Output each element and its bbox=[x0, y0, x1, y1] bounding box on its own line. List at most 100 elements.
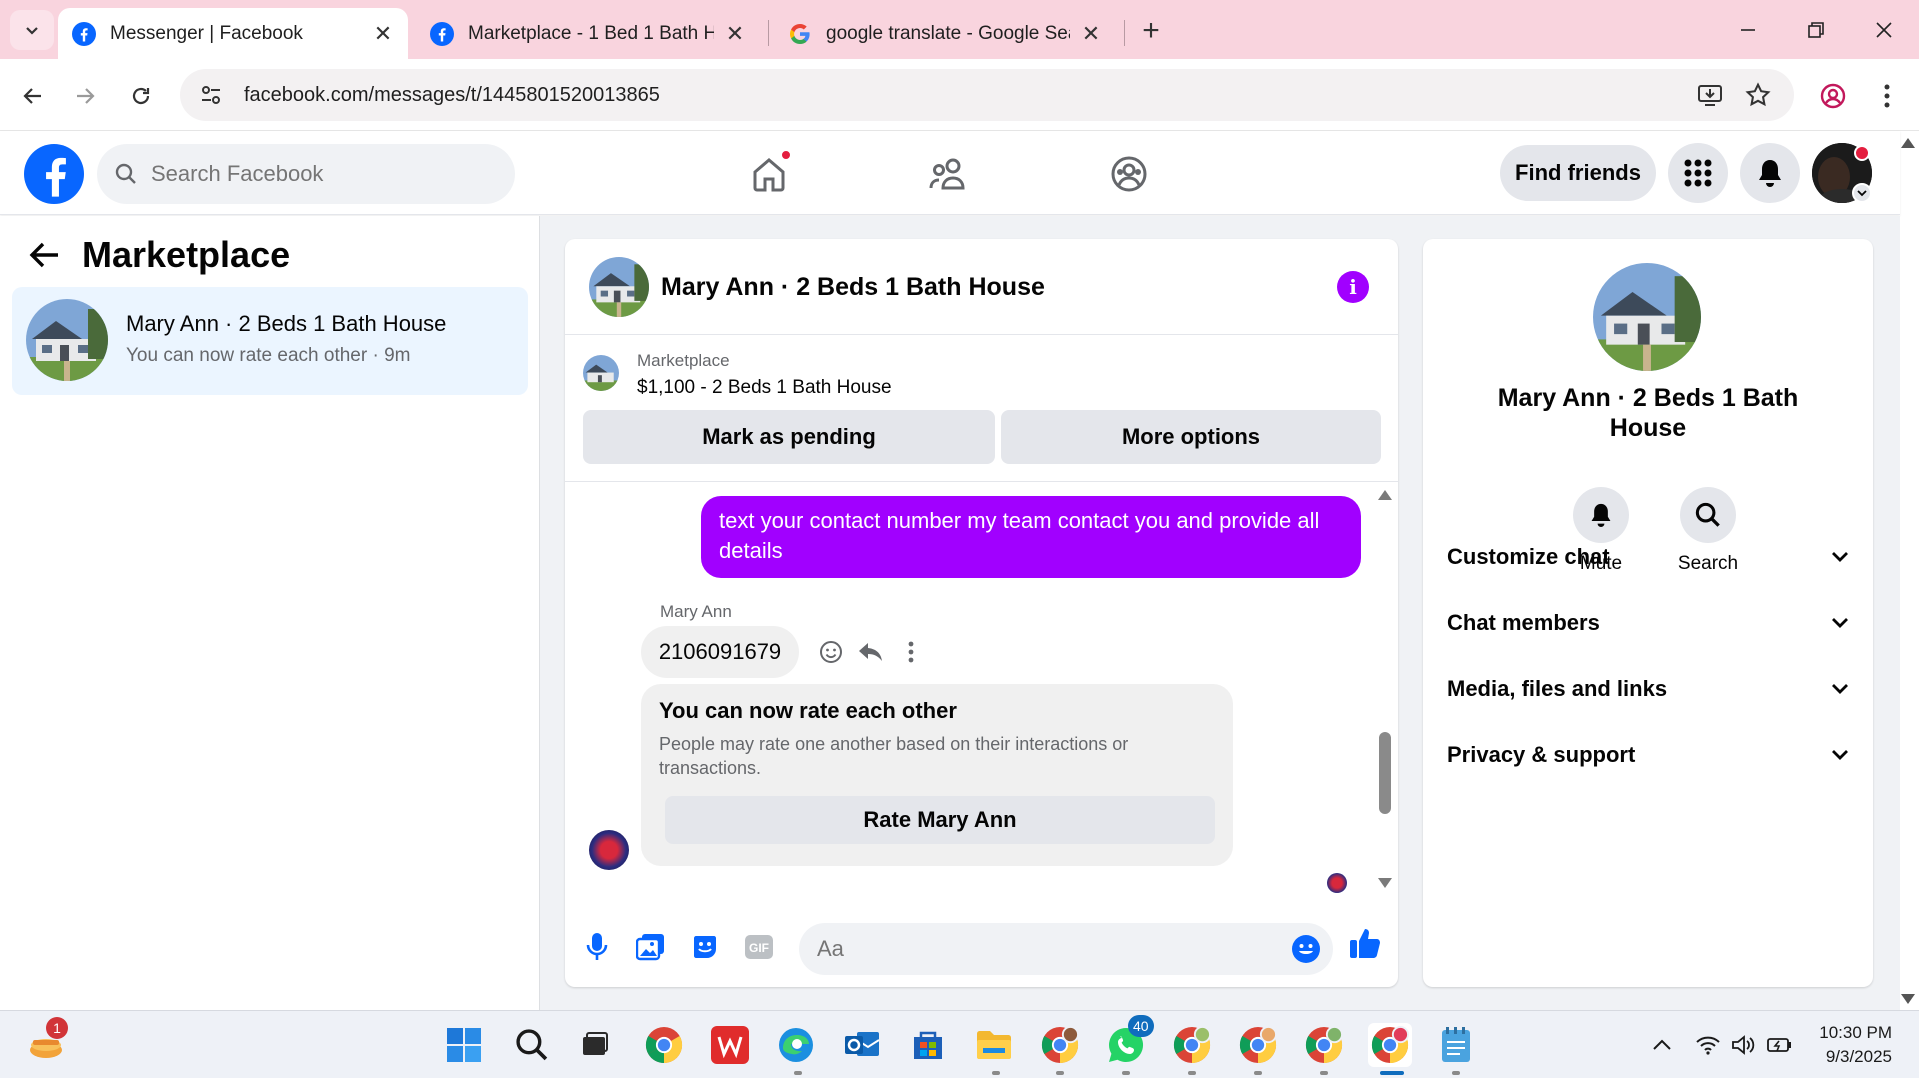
forward-button[interactable] bbox=[66, 77, 104, 115]
profile-avatar-button[interactable] bbox=[1812, 143, 1872, 203]
taskbar-search-button[interactable] bbox=[510, 1023, 554, 1067]
chat-title[interactable]: Mary Ann · 2 Beds 1 Bath House bbox=[661, 273, 1045, 302]
conversation-name: Mary Ann · 2 Beds 1 Bath House bbox=[126, 311, 447, 336]
back-arrow-icon[interactable] bbox=[28, 241, 60, 269]
bookmark-star-icon[interactable] bbox=[1740, 77, 1776, 113]
scroll-down-arrow[interactable] bbox=[1378, 878, 1392, 888]
facebook-favicon-icon bbox=[430, 21, 454, 46]
menu-button[interactable] bbox=[1668, 143, 1728, 203]
message-thread[interactable]: text your contact number my team contact… bbox=[565, 481, 1398, 901]
restore-window-button[interactable] bbox=[1794, 12, 1838, 48]
page-scroll-down-arrow[interactable] bbox=[1901, 994, 1915, 1004]
more-options-button[interactable]: More options bbox=[1001, 410, 1381, 464]
facebook-f-icon bbox=[46, 157, 66, 197]
close-tab-icon[interactable]: ✕ bbox=[372, 21, 394, 46]
incoming-message[interactable]: 2106091679 bbox=[641, 626, 799, 678]
chrome-profile-taskbar-app-2[interactable] bbox=[1170, 1023, 1214, 1067]
chrome-active-taskbar-app[interactable] bbox=[1368, 1023, 1412, 1067]
reload-icon bbox=[132, 87, 150, 105]
chat-avatar[interactable] bbox=[589, 257, 649, 317]
outlook-taskbar-app[interactable] bbox=[840, 1023, 884, 1067]
facebook-search-input[interactable] bbox=[151, 161, 451, 187]
react-button[interactable] bbox=[815, 636, 847, 668]
notepad-icon bbox=[1442, 1027, 1470, 1062]
start-button[interactable] bbox=[442, 1023, 486, 1067]
close-tab-icon[interactable]: ✕ bbox=[724, 21, 746, 46]
page-scroll-up-arrow[interactable] bbox=[1901, 138, 1915, 148]
chrome-icon bbox=[1239, 1026, 1277, 1064]
wps-office-taskbar-app[interactable] bbox=[708, 1023, 752, 1067]
browser-menu-button[interactable] bbox=[1868, 77, 1906, 115]
back-button[interactable] bbox=[14, 77, 52, 115]
message-input-box[interactable] bbox=[799, 923, 1333, 975]
sender-avatar[interactable] bbox=[589, 830, 629, 870]
chrome-profile-taskbar-app-4[interactable] bbox=[1302, 1023, 1346, 1067]
info-avatar[interactable] bbox=[1593, 263, 1701, 371]
chrome-taskbar-app[interactable] bbox=[642, 1023, 686, 1067]
scroll-up-arrow[interactable] bbox=[1378, 490, 1392, 500]
chrome-profile-taskbar-app-1[interactable] bbox=[1038, 1023, 1082, 1067]
tab-search-button[interactable] bbox=[10, 10, 54, 50]
attach-media-button[interactable] bbox=[633, 929, 669, 965]
chrome-profile-taskbar-app-3[interactable] bbox=[1236, 1023, 1280, 1067]
nav-friends[interactable] bbox=[922, 149, 976, 199]
find-friends-button[interactable]: Find friends bbox=[1500, 145, 1656, 201]
message-more-button[interactable] bbox=[895, 636, 927, 668]
mark-as-pending-button[interactable]: Mark as pending bbox=[583, 410, 995, 464]
notifications-button[interactable] bbox=[1740, 143, 1800, 203]
section-label: Chat members bbox=[1447, 610, 1600, 635]
message-scrollbar[interactable] bbox=[1379, 732, 1391, 814]
site-info-icon[interactable] bbox=[196, 80, 226, 110]
conversation-item[interactable]: Mary Ann · 2 Beds 1 Bath House You can n… bbox=[12, 287, 528, 395]
show-hidden-icons-button[interactable] bbox=[1640, 1023, 1684, 1067]
reload-button[interactable] bbox=[122, 77, 160, 115]
task-view-button[interactable] bbox=[572, 1023, 616, 1067]
chat-members-section[interactable]: Chat members bbox=[1447, 603, 1849, 643]
message-input[interactable] bbox=[817, 936, 1257, 962]
facebook-logo[interactable] bbox=[24, 144, 84, 204]
facebook-search-box[interactable] bbox=[97, 144, 515, 204]
mute-button[interactable] bbox=[1573, 487, 1629, 543]
tab-marketplace[interactable]: Marketplace - 1 Bed 1 Bath Hou ✕ bbox=[416, 8, 760, 59]
close-tab-icon[interactable]: ✕ bbox=[1080, 21, 1102, 46]
rate-user-button[interactable]: Rate Mary Ann bbox=[665, 796, 1215, 844]
sticker-button[interactable] bbox=[687, 929, 723, 965]
tab-google-search[interactable]: google translate - Google Searc ✕ bbox=[774, 8, 1116, 59]
outgoing-message[interactable]: text your contact number my team contact… bbox=[701, 496, 1361, 578]
kebab-menu-icon bbox=[1884, 84, 1890, 108]
gif-button[interactable]: GIF bbox=[741, 929, 777, 965]
customize-chat-section[interactable]: Customize chat bbox=[1447, 537, 1849, 577]
close-window-button[interactable] bbox=[1862, 12, 1906, 48]
search-icon bbox=[516, 1029, 548, 1061]
nav-home[interactable] bbox=[742, 149, 796, 199]
install-app-icon[interactable] bbox=[1692, 77, 1728, 113]
svg-text:GIF: GIF bbox=[749, 941, 769, 955]
profile-menu-button[interactable] bbox=[1814, 77, 1852, 115]
new-tab-button[interactable]: + bbox=[1134, 14, 1168, 48]
edge-taskbar-app[interactable] bbox=[774, 1023, 818, 1067]
nav-groups[interactable] bbox=[1102, 149, 1156, 199]
info-icon[interactable]: i bbox=[1337, 271, 1369, 303]
file-explorer-taskbar-app[interactable] bbox=[972, 1023, 1016, 1067]
widgets-button[interactable]: 1 bbox=[24, 1017, 68, 1067]
reply-button[interactable] bbox=[855, 636, 887, 668]
minimize-window-button[interactable] bbox=[1726, 12, 1770, 48]
tab-separator bbox=[768, 20, 769, 46]
gif-icon: GIF bbox=[745, 935, 773, 959]
running-indicator bbox=[1320, 1071, 1328, 1075]
send-like-button[interactable] bbox=[1347, 925, 1383, 961]
media-files-links-section[interactable]: Media, files and links bbox=[1447, 669, 1849, 709]
whatsapp-taskbar-app[interactable]: 40 bbox=[1104, 1015, 1154, 1067]
voice-clip-button[interactable] bbox=[579, 929, 615, 965]
system-clock[interactable]: 10:30 PM 9/3/2025 bbox=[1812, 1021, 1892, 1069]
address-bar[interactable]: facebook.com/messages/t/1445801520013865 bbox=[180, 69, 1794, 121]
privacy-support-section[interactable]: Privacy & support bbox=[1447, 735, 1849, 775]
microsoft-store-taskbar-app[interactable] bbox=[906, 1023, 950, 1067]
account-menu-chevron[interactable] bbox=[1852, 183, 1872, 203]
emoji-icon[interactable] bbox=[1291, 934, 1321, 964]
chrome-icon bbox=[1371, 1026, 1409, 1064]
notepad-taskbar-app[interactable] bbox=[1434, 1023, 1478, 1067]
search-in-chat-button[interactable] bbox=[1680, 487, 1736, 543]
battery-status[interactable] bbox=[1758, 1023, 1802, 1067]
tab-messenger[interactable]: Messenger | Facebook ✕ bbox=[58, 8, 408, 59]
